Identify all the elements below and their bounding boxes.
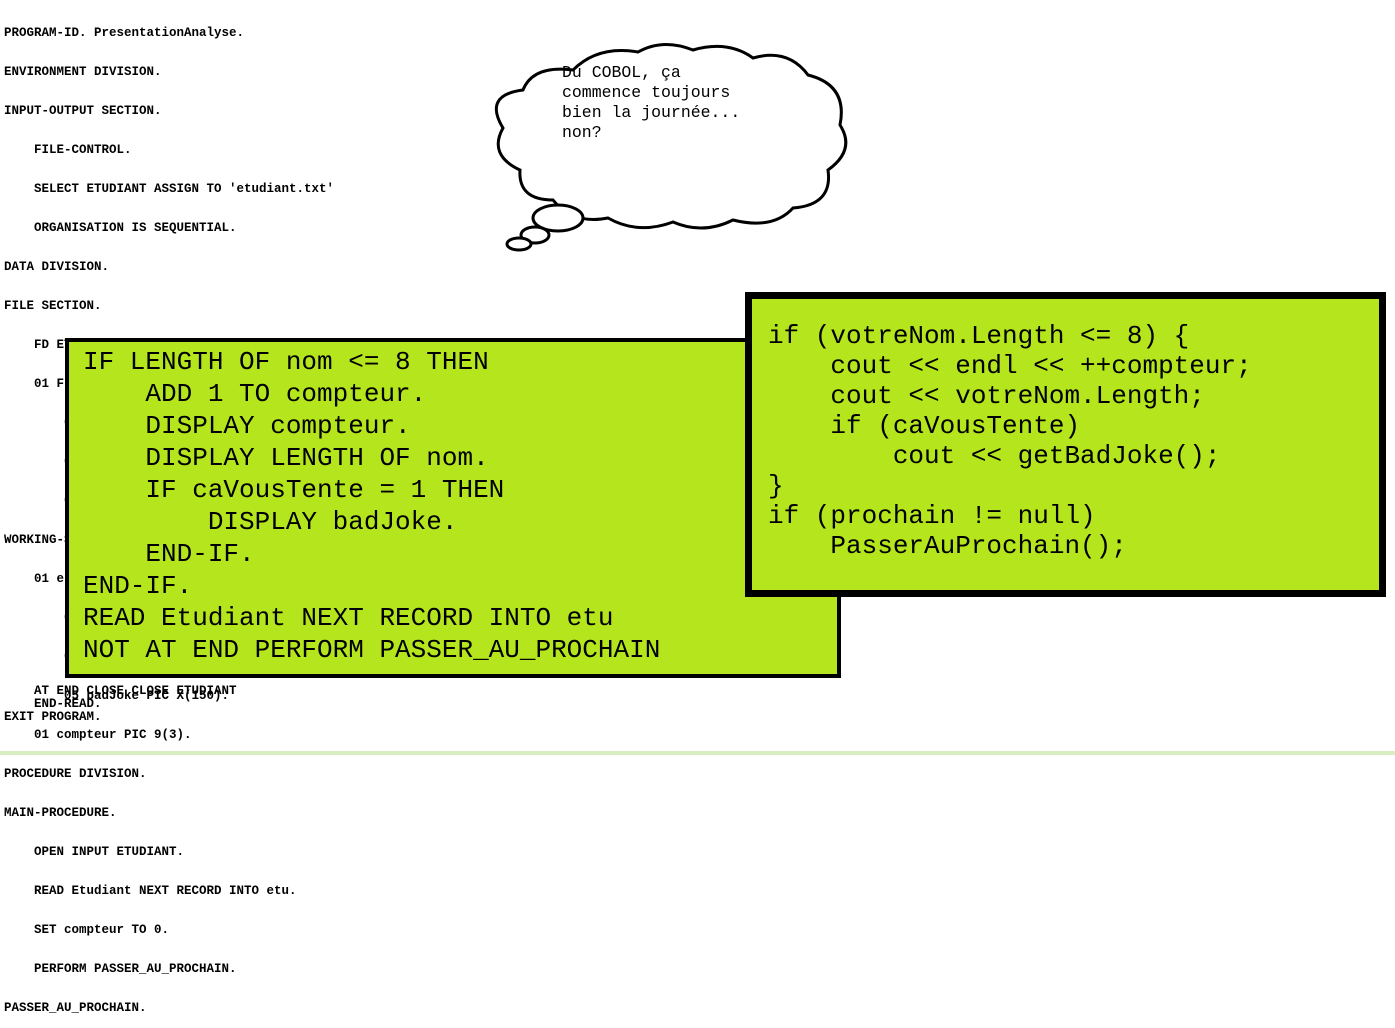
- code-line: OPEN INPUT ETUDIANT.: [4, 845, 185, 859]
- code-line: DISPLAY badJoke.: [83, 507, 458, 537]
- code-line: DISPLAY compteur.: [83, 411, 411, 441]
- cpp-code-box: if (votreNom.Length <= 8) { cout << endl…: [745, 292, 1386, 597]
- cobol-listing-bottom: AT END CLOSE CLOSE ETUDIANT END-READ. EX…: [4, 685, 237, 724]
- code-line: END-IF.: [83, 539, 255, 569]
- code-line: IF LENGTH OF nom <= 8 THEN: [83, 347, 489, 377]
- code-line: PERFORM PASSER_AU_PROCHAIN.: [4, 962, 237, 976]
- code-line: ENVIRONMENT DIVISION.: [4, 65, 162, 79]
- code-line: ORGANISATION IS SEQUENTIAL.: [4, 221, 237, 235]
- code-line: cout << getBadJoke();: [768, 441, 1221, 471]
- code-line: if (caVousTente): [768, 411, 1081, 441]
- code-line: MAIN-PROCEDURE.: [4, 806, 117, 820]
- code-line: SELECT ETUDIANT ASSIGN TO 'etudiant.txt': [4, 182, 335, 196]
- cobol-code-box: IF LENGTH OF nom <= 8 THEN ADD 1 TO comp…: [65, 338, 841, 678]
- code-line: PROCEDURE DIVISION.: [4, 767, 147, 781]
- code-line: END-IF.: [83, 571, 193, 601]
- code-line: NOT AT END PERFORM PASSER_AU_PROCHAIN: [83, 635, 661, 665]
- code-line: cout << votreNom.Length;: [768, 381, 1205, 411]
- code-line: ADD 1 TO compteur.: [83, 379, 427, 409]
- code-line: PROGRAM-ID. PresentationAnalyse.: [4, 26, 245, 40]
- code-line: if (votreNom.Length <= 8) {: [768, 321, 1190, 351]
- code-line: DATA DIVISION.: [4, 260, 110, 274]
- code-line: if (prochain != null): [768, 501, 1096, 531]
- code-line: IF caVousTente = 1 THEN: [83, 475, 505, 505]
- code-line: cout << endl << ++compteur;: [768, 351, 1252, 381]
- code-line: PasserAuProchain();: [768, 531, 1127, 561]
- code-line: FILE-CONTROL.: [4, 143, 132, 157]
- bubble-line: commence toujours: [562, 83, 731, 102]
- code-line: }: [768, 471, 784, 501]
- code-line: SET compteur TO 0.: [4, 923, 170, 937]
- bottom-divider: [0, 751, 1395, 755]
- bubble-line: Du COBOL, ça: [562, 63, 681, 82]
- bubble-line: bien la journée...: [562, 103, 741, 122]
- thought-dot-small: [505, 236, 533, 252]
- code-line: PASSER_AU_PROCHAIN.: [4, 1001, 147, 1015]
- code-line: READ Etudiant NEXT RECORD INTO etu: [83, 603, 614, 633]
- code-line: FILE SECTION.: [4, 299, 102, 313]
- bubble-line: non?: [562, 123, 602, 142]
- thought-bubble-text: Du COBOL, ça commence toujours bien la j…: [562, 63, 812, 143]
- code-line: EXIT PROGRAM.: [4, 710, 102, 724]
- code-line: DISPLAY LENGTH OF nom.: [83, 443, 489, 473]
- code-line: INPUT-OUTPUT SECTION.: [4, 104, 162, 118]
- code-line: READ Etudiant NEXT RECORD INTO etu.: [4, 884, 297, 898]
- code-line: 01 compteur PIC 9(3).: [4, 728, 192, 742]
